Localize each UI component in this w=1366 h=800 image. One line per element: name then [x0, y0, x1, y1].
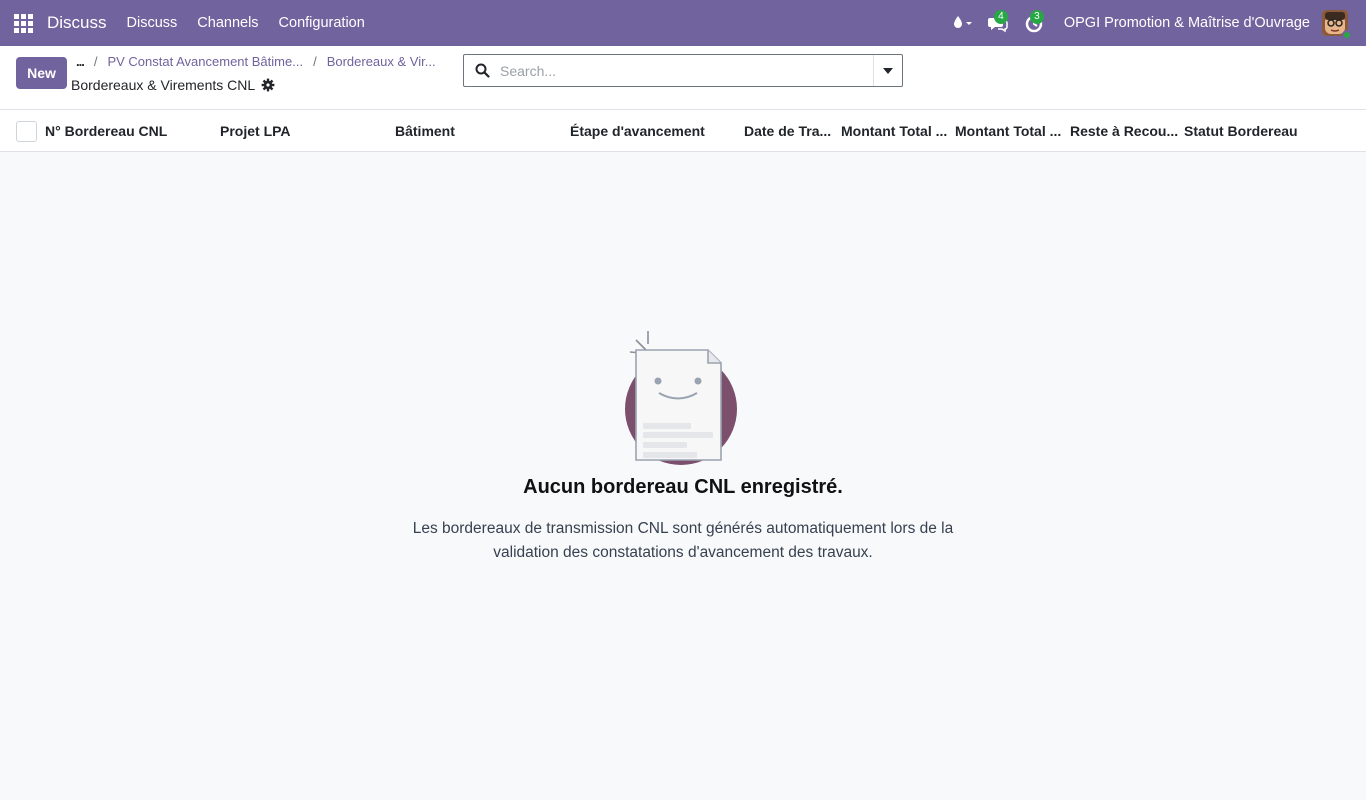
empty-state-title: Aucun bordereau CNL enregistré. — [523, 476, 843, 498]
empty-state-description: Les bordereaux de transmission CNL sont … — [412, 520, 954, 561]
systray: 4 3 OPGI Promotion & Maîtrise d'Ouvrage — [946, 0, 1366, 46]
search-input[interactable] — [500, 62, 873, 79]
company-switcher[interactable]: OPGI Promotion & Maîtrise d'Ouvrage — [1064, 15, 1310, 31]
breadcrumb: ... / PV Constat Avancement Bâtime... / … — [76, 54, 446, 69]
column-header-reste-a-recouvrer[interactable]: Reste à Recou... — [1070, 123, 1178, 139]
debug-dropdown[interactable] — [946, 0, 980, 46]
search-options-toggle[interactable] — [873, 55, 902, 86]
menu-discuss[interactable]: Discuss — [127, 15, 178, 31]
column-header-etape-avancement[interactable]: Étape d'avancement — [570, 123, 705, 139]
search-icon — [464, 63, 500, 78]
breadcrumb-ellipsis[interactable]: ... — [76, 54, 85, 69]
column-header-batiment[interactable]: Bâtiment — [395, 123, 455, 139]
page-title: Bordereaux & Virements CNL — [71, 77, 275, 93]
page-title-text: Bordereaux & Virements CNL — [71, 77, 256, 93]
control-panel: New ... / PV Constat Avancement Bâtime..… — [0, 46, 1366, 110]
empty-state: Aucun bordereau CNL enregistré. Les bord… — [0, 320, 1366, 565]
menu-configuration[interactable]: Configuration — [279, 15, 365, 31]
app-brand[interactable]: Discuss — [47, 13, 107, 33]
new-button[interactable]: New — [16, 57, 67, 89]
column-header-projet-lpa[interactable]: Projet LPA — [220, 123, 291, 139]
activities-count-badge: 3 — [1029, 10, 1044, 24]
messages-button[interactable]: 4 — [980, 0, 1016, 46]
search-bar — [463, 54, 903, 87]
column-header-montant-total-2[interactable]: Montant Total ... — [955, 123, 1061, 139]
breadcrumb-separator: / — [313, 54, 317, 69]
apps-menu-button[interactable] — [0, 0, 46, 46]
gear-icon[interactable] — [261, 78, 275, 92]
caret-down-icon — [883, 67, 893, 74]
breadcrumb-item-pv-constat[interactable]: PV Constat Avancement Bâtime... — [107, 54, 303, 69]
user-avatar[interactable] — [1322, 10, 1352, 40]
empty-document-illustration — [618, 320, 748, 465]
activities-button[interactable]: 3 — [1016, 0, 1052, 46]
apps-grid-icon — [13, 13, 33, 33]
select-all-checkbox[interactable] — [16, 121, 37, 142]
breadcrumb-item-bordereaux[interactable]: Bordereaux & Vir... — [327, 54, 436, 69]
drop-icon — [953, 16, 972, 28]
column-header-date-travaux[interactable]: Date de Tra... — [744, 123, 831, 139]
column-header-montant-total-1[interactable]: Montant Total ... — [841, 123, 947, 139]
menu-channels[interactable]: Channels — [197, 15, 258, 31]
breadcrumb-separator: / — [93, 54, 98, 69]
messages-count-badge: 4 — [993, 10, 1008, 24]
online-status-dot — [1342, 30, 1352, 40]
top-navbar: Discuss Discuss Channels Configuration 4… — [0, 0, 1366, 46]
column-header-numero-bordereau[interactable]: N° Bordereau CNL — [45, 123, 167, 139]
column-header-statut-bordereau[interactable]: Statut Bordereau — [1184, 123, 1298, 139]
list-header: N° Bordereau CNL Projet LPA Bâtiment Éta… — [0, 110, 1366, 152]
